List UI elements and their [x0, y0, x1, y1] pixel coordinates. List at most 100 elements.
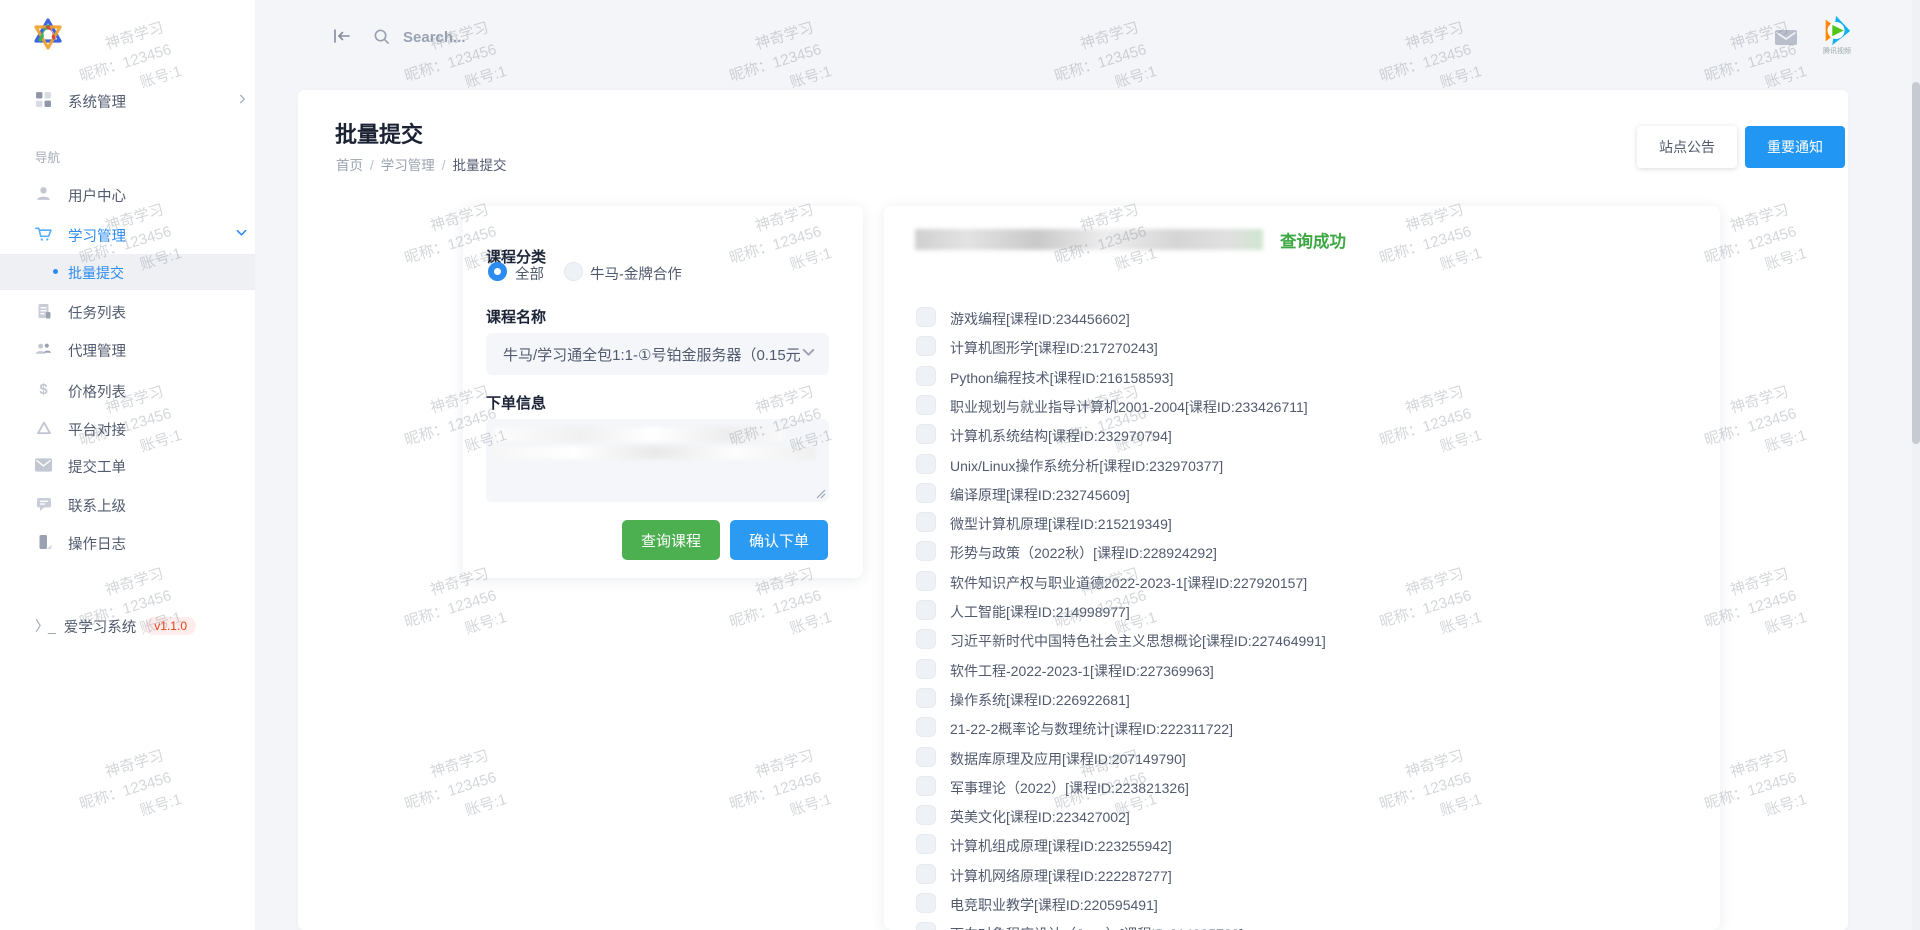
course-checkbox[interactable]: [916, 454, 936, 474]
sidebar-item-label: 代理管理: [68, 340, 126, 361]
course-row[interactable]: 电竞职业教学[课程ID:220595491]: [884, 893, 1720, 917]
chevron-down-icon: [802, 348, 815, 357]
scrollbar-thumb[interactable]: [1912, 82, 1920, 444]
redacted-query-summary: [915, 229, 1263, 250]
sidebar-item-label: 系统管理: [68, 91, 126, 112]
resize-handle-icon[interactable]: [816, 489, 826, 499]
sidebar-item-submit-ticket[interactable]: 提交工单: [0, 452, 255, 478]
breadcrumb-study-manage[interactable]: 学习管理: [381, 158, 435, 173]
course-checkbox[interactable]: [916, 424, 936, 444]
price-list-icon: $: [35, 381, 52, 398]
course-row[interactable]: Python编程技术[课程ID:216158593]: [884, 366, 1720, 390]
course-label: 计算机组成原理[课程ID:223255942]: [950, 836, 1172, 856]
course-checkbox[interactable]: [916, 659, 936, 679]
tencent-video-icon: [1819, 14, 1855, 48]
course-select[interactable]: 牛马/学习通全包1:1-①号铂金服务器（0.15元: [486, 333, 829, 375]
course-checkbox[interactable]: [916, 893, 936, 913]
course-row[interactable]: 计算机网络原理[课程ID:222287277]: [884, 864, 1720, 888]
important-notice-button[interactable]: 重要通知: [1745, 126, 1845, 168]
course-row[interactable]: 21-22-2概率论与数理统计[课程ID:222311722]: [884, 717, 1720, 741]
sidebar-item-batch-submit[interactable]: 批量提交: [0, 254, 255, 290]
course-row[interactable]: 习近平新时代中国特色社会主义思想概论[课程ID:227464991]: [884, 629, 1720, 653]
course-checkbox[interactable]: [916, 688, 936, 708]
course-row[interactable]: 计算机系统结构[课程ID:232970794]: [884, 424, 1720, 448]
course-row[interactable]: 面向对象程序设计（Java）[课程ID:214005733]: [884, 922, 1720, 930]
mail-icon[interactable]: [1775, 30, 1797, 45]
course-row[interactable]: 计算机组成原理[课程ID:223255942]: [884, 834, 1720, 858]
course-row[interactable]: 操作系统[课程ID:226922681]: [884, 688, 1720, 712]
platform-connect-icon: [35, 419, 52, 436]
sidebar-item-operation-logs[interactable]: 操作日志: [0, 529, 255, 555]
course-checkbox[interactable]: [916, 336, 936, 356]
sidebar-item-price-list[interactable]: $价格列表: [0, 377, 255, 403]
radio-all[interactable]: [488, 262, 507, 281]
course-row[interactable]: 编译原理[课程ID:232745609]: [884, 483, 1720, 507]
sidebar-item-system-manage[interactable]: 系统管理: [0, 86, 255, 114]
course-checkbox[interactable]: [916, 776, 936, 796]
site-announcement-button[interactable]: 站点公告: [1637, 126, 1737, 168]
sidebar-footer[interactable]: 〉_ 爱学习系统 v1.1.0: [35, 614, 196, 638]
sidebar-item-study-manage[interactable]: 学习管理: [0, 221, 255, 247]
course-row[interactable]: Unix/Linux操作系统分析[课程ID:232970377]: [884, 454, 1720, 478]
search-input[interactable]: Search...: [403, 29, 466, 46]
course-checkbox[interactable]: [916, 366, 936, 386]
course-checkbox[interactable]: [916, 395, 936, 415]
sidebar-item-agent-manage[interactable]: 代理管理: [0, 336, 255, 362]
course-row[interactable]: 形势与政策（2022秋）[课程ID:228924292]: [884, 541, 1720, 565]
course-label: 习近平新时代中国特色社会主义思想概论[课程ID:227464991]: [950, 631, 1326, 651]
course-label: 软件工程-2022-2023-1[课程ID:227369963]: [950, 661, 1214, 681]
sidebar-item-label: 操作日志: [68, 533, 126, 554]
grid-icon: [35, 91, 52, 108]
course-row[interactable]: 职业规划与就业指导计算机2001-2004[课程ID:233426711]: [884, 395, 1720, 419]
tencent-video-label: 腾讯视频: [1817, 46, 1857, 56]
order-form-card: 课程分类 全部 牛马-金牌合作 课程名称 牛马/学习通全包1:1-①号铂金服务器…: [463, 206, 863, 578]
course-checkbox[interactable]: [916, 922, 936, 930]
app-logo-icon[interactable]: [30, 16, 66, 52]
course-checkbox[interactable]: [916, 864, 936, 884]
radio-gold-coop[interactable]: [564, 262, 583, 281]
course-row[interactable]: 游戏编程[课程ID:234456602]: [884, 307, 1720, 331]
chevron-down-icon: [236, 229, 247, 237]
course-label: 英美文化[课程ID:223427002]: [950, 807, 1130, 827]
course-label: 形势与政策（2022秋）[课程ID:228924292]: [950, 543, 1217, 563]
course-checkbox[interactable]: [916, 600, 936, 620]
collapse-sidebar-icon[interactable]: [333, 28, 351, 44]
course-row[interactable]: 人工智能[课程ID:214998977]: [884, 600, 1720, 624]
course-row[interactable]: 数据库原理及应用[课程ID:207149790]: [884, 747, 1720, 771]
redacted-order-info: [494, 446, 816, 459]
course-row[interactable]: 军事理论（2022）[课程ID:223821326]: [884, 776, 1720, 800]
course-checkbox[interactable]: [916, 571, 936, 591]
sidebar-item-task-list[interactable]: 任务列表: [0, 298, 255, 324]
breadcrumb-home[interactable]: 首页: [336, 158, 363, 173]
tencent-video-shortcut[interactable]: 腾讯视频: [1817, 14, 1857, 56]
sidebar-item-contact-upline[interactable]: 联系上级: [0, 491, 255, 517]
sidebar: 系统管理 导航 用户中心学习管理批量提交任务列表代理管理$价格列表平台对接提交工…: [0, 0, 255, 930]
course-checkbox[interactable]: [916, 747, 936, 767]
course-checkbox[interactable]: [916, 512, 936, 532]
course-checkbox[interactable]: [916, 541, 936, 561]
sidebar-item-user-center[interactable]: 用户中心: [0, 181, 255, 207]
course-checkbox[interactable]: [916, 717, 936, 737]
query-course-button[interactable]: 查询课程: [622, 520, 720, 560]
search-icon[interactable]: [373, 28, 390, 45]
radio-gold-coop-label[interactable]: 牛马-金牌合作: [590, 263, 682, 284]
course-row[interactable]: 软件工程-2022-2023-1[课程ID:227369963]: [884, 659, 1720, 683]
course-checkbox[interactable]: [916, 629, 936, 649]
course-checkbox[interactable]: [916, 834, 936, 854]
confirm-order-button[interactable]: 确认下单: [730, 520, 828, 560]
radio-all-label[interactable]: 全部: [515, 263, 544, 284]
order-info-textarea[interactable]: [486, 419, 829, 502]
course-checkbox[interactable]: [916, 483, 936, 503]
course-row[interactable]: 计算机图形学[课程ID:217270243]: [884, 336, 1720, 360]
submit-ticket-icon: [35, 456, 52, 473]
course-row[interactable]: 软件知识产权与职业道德2022-2023-1[课程ID:227920157]: [884, 571, 1720, 595]
course-row[interactable]: 英美文化[课程ID:223427002]: [884, 805, 1720, 829]
course-label: 编译原理[课程ID:232745609]: [950, 485, 1130, 505]
course-row[interactable]: 微型计算机原理[课程ID:215219349]: [884, 512, 1720, 536]
user-center-icon: [35, 185, 52, 202]
course-checkbox[interactable]: [916, 307, 936, 327]
course-label: 数据库原理及应用[课程ID:207149790]: [950, 749, 1186, 769]
course-checkbox[interactable]: [916, 805, 936, 825]
query-status-text: 查询成功: [1280, 228, 1346, 252]
sidebar-item-platform-connect[interactable]: 平台对接: [0, 415, 255, 441]
